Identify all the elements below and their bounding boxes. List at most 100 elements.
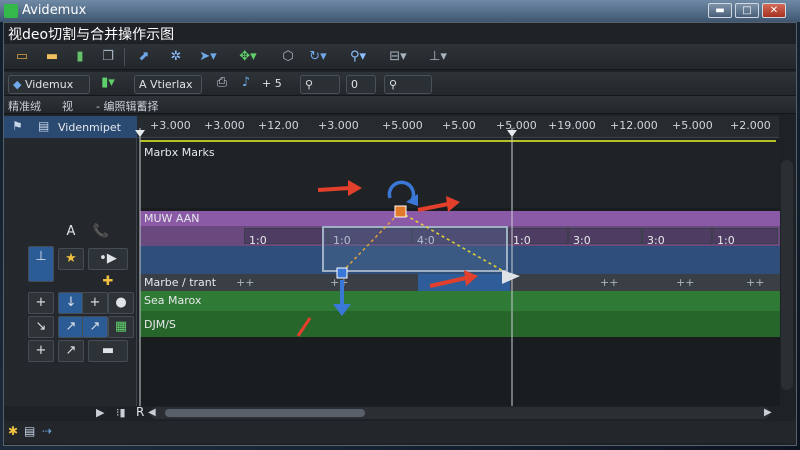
record-button[interactable]: ● (108, 292, 134, 314)
close-button[interactable]: ✕ (762, 3, 786, 18)
selected-segment[interactable] (418, 274, 510, 291)
vertical-scrollbar[interactable] (781, 160, 793, 390)
ruler-tick: +3.000 (318, 119, 359, 132)
clip[interactable]: 3:0 (642, 228, 712, 247)
ruler-tick: +5.00 (442, 119, 476, 132)
zoom-value-combo[interactable]: 0 (346, 75, 376, 94)
star-status-icon[interactable]: ✱ (8, 424, 18, 438)
marks-track-label: Marbx Marks (144, 146, 215, 159)
edit-select-label: - 编照辑蓄择 (96, 100, 159, 113)
scroll-left-icon[interactable]: ◀ (148, 407, 156, 418)
filter-icon[interactable]: ✥▾ (236, 47, 260, 67)
clip[interactable]: 1:0 (244, 228, 328, 247)
green-track-2-label: DJM/S (144, 318, 176, 331)
save-icon[interactable]: ▮ (68, 47, 92, 67)
app-logo-icon (4, 4, 18, 18)
grey-mark: ++ (330, 276, 349, 289)
doc-status-icon[interactable]: ▤ (24, 424, 35, 438)
search-icon[interactable]: ⚲▾ (346, 47, 370, 67)
green-track-1-label: Sea Marox (144, 294, 202, 307)
export-icon[interactable]: ⬈ (132, 47, 156, 67)
clip[interactable]: 1:0 (508, 228, 568, 247)
new-file-icon[interactable]: ▭ (10, 47, 34, 67)
document-icon: ▤ (38, 119, 50, 133)
app-combo-icon: ◆ (13, 78, 22, 91)
search-combo-icon: ⚲ (389, 78, 398, 91)
ruler-tick: +19.000 (548, 119, 596, 132)
scroll-right-icon[interactable]: ▶ (764, 407, 772, 418)
window-title: Avidemux (22, 3, 87, 18)
track-header-name: Videnmipet (58, 121, 121, 134)
title-bar (0, 0, 800, 22)
record-toggle[interactable]: R (136, 405, 144, 419)
green-track-1[interactable] (140, 291, 780, 311)
purple-track-label: MUW AAN (144, 212, 200, 225)
ruler-tick: +3.000 (150, 119, 191, 132)
ruler-tick: +5.000 (496, 119, 537, 132)
minimize-button[interactable]: ▬ (708, 3, 732, 18)
add-track-button[interactable]: + (82, 292, 108, 314)
clip[interactable]: 1:0 (712, 228, 778, 247)
grey-mark: ++ (676, 276, 695, 289)
app-combo-label: Videmux (24, 78, 74, 91)
blue-tool-button[interactable]: ↗ (58, 316, 84, 338)
flag-icon: ⚑ (12, 119, 23, 133)
ruler-tick: +5.000 (672, 119, 713, 132)
search-combo[interactable]: ⚲ (384, 75, 432, 94)
settings-icon[interactable]: ✲ (164, 47, 188, 67)
network-status-icon[interactable]: ⇢ (42, 424, 52, 438)
pin-icon[interactable]: ⊥▾ (426, 47, 450, 67)
audio-track-label: Marbe / trant (144, 276, 217, 289)
grey-mark: ++ (600, 276, 619, 289)
volume-icon[interactable]: ♪ (234, 73, 258, 93)
star-icon[interactable]: ★ (58, 248, 84, 270)
app-combo[interactable]: ◆ Videmux (8, 75, 90, 94)
precision-label: 精准绒 (8, 100, 41, 113)
play-toggle-button[interactable]: •▶ (88, 248, 128, 270)
grey-mark: ++ (236, 276, 255, 289)
add-button-2[interactable]: + (28, 340, 54, 362)
zoom-search-icon: ⚲ (305, 78, 314, 91)
text-tool-button[interactable]: A (58, 222, 84, 244)
cube-icon[interactable]: ⬡ (276, 47, 300, 67)
redo-icon[interactable]: ↻▾ (306, 47, 330, 67)
status-bar (4, 421, 796, 443)
move-down-button[interactable]: ↓ (58, 292, 84, 314)
horizontal-scroll-thumb[interactable] (165, 409, 365, 417)
pin-tool-button[interactable]: ⊥ (28, 246, 54, 282)
ruler-tick: +3.000 (204, 119, 245, 132)
layout-icon[interactable]: ⊟▾ (386, 47, 410, 67)
copy-icon[interactable]: ❐ (96, 47, 120, 67)
ruler-tick: +5.000 (382, 119, 423, 132)
selection-box[interactable] (322, 226, 508, 272)
ruler-tick: +2.000 (730, 119, 771, 132)
expand-button[interactable]: ↗ (82, 316, 108, 338)
frame-icon[interactable]: ⁝▮ (116, 406, 126, 419)
play-icon[interactable]: ▶ (96, 406, 104, 419)
open-folder-icon[interactable]: ▬ (40, 47, 64, 67)
list-button[interactable]: ▬ (88, 340, 128, 362)
maximize-button[interactable]: □ (735, 3, 759, 18)
send-icon[interactable]: ➤▾ (196, 47, 220, 67)
zoom-search-combo[interactable]: ⚲ (300, 75, 340, 94)
grid-icon[interactable]: ▦ (108, 316, 134, 338)
green-track-2[interactable] (140, 311, 780, 337)
clip[interactable]: 3:0 (568, 228, 642, 247)
phone-icon[interactable]: 📞 (88, 222, 114, 244)
grey-mark: ++ (746, 276, 765, 289)
ruler-tick: +12.000 (610, 119, 658, 132)
page-title: 视deo切割与合并操作示图 (8, 27, 175, 43)
add-button[interactable]: + (28, 292, 54, 314)
view-combo[interactable]: A Vtierlax (134, 75, 202, 94)
view-label: 视 (62, 100, 73, 113)
print-icon[interactable]: ⎙ (210, 73, 234, 93)
ruler-tick: +12.00 (258, 119, 299, 132)
marks-track[interactable] (140, 142, 780, 208)
arrow-up-right-button[interactable]: ↗ (58, 340, 84, 362)
link-icon[interactable]: ✚ (88, 272, 128, 294)
purple-track-header[interactable] (140, 211, 780, 226)
diagonal-arrow-button[interactable]: ↘ (28, 316, 54, 338)
bars-icon[interactable]: ▮▾ (96, 73, 120, 93)
plus-value[interactable]: + 5 (258, 75, 294, 94)
toolbar-divider (124, 48, 125, 66)
